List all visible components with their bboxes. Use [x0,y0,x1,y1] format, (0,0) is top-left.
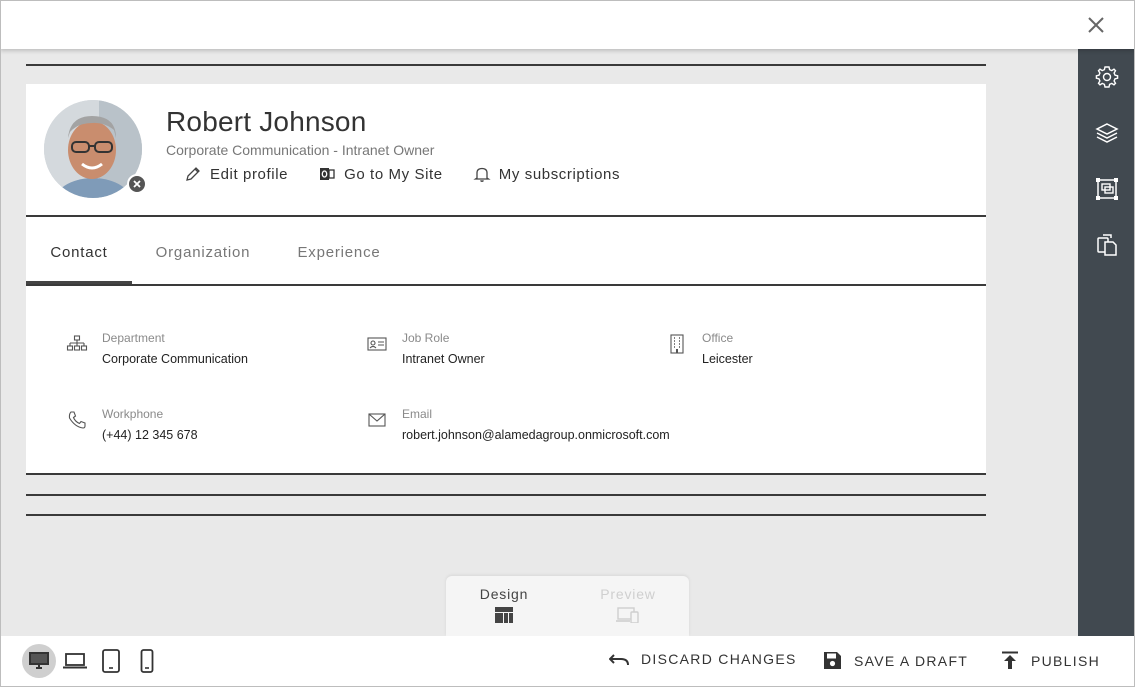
dashboard-icon [495,607,513,623]
copy-button[interactable] [1094,232,1120,258]
phone-view-button[interactable] [130,644,164,678]
go-to-my-site-button[interactable]: Go to My Site [318,165,443,183]
settings-button[interactable] [1094,64,1120,90]
department-value: Corporate Communication [102,352,248,366]
laptop-view-button[interactable] [58,644,92,678]
profile-subtitle: Corporate Communication - Intranet Owner [166,142,435,158]
desktop-view-button[interactable] [22,644,56,678]
card-bottom-divider [26,473,986,475]
close-icon [1088,17,1104,33]
department-label: Department [102,331,165,345]
field-job-role: Job Role Intranet Owner [366,331,485,366]
field-department: Department Corporate Communication [66,331,248,366]
design-label: Design [479,586,529,602]
field-office: Office Leicester [666,331,753,366]
layers-icon [1095,123,1119,143]
preview-label: Preview [600,586,656,602]
building-icon [670,334,684,354]
design-preview-toggle: Design Preview [446,576,689,636]
section-divider-2 [26,514,986,516]
profile-card: Robert Johnson Corporate Communication -… [26,84,986,475]
tab-contact[interactable]: Contact [26,244,132,285]
avatar-container [44,100,147,198]
profile-name: Robert Johnson [166,106,367,137]
close-icon [133,180,141,188]
my-subscriptions-label: My subscriptions [498,165,621,183]
remove-photo-button[interactable] [127,174,147,194]
office-value: Leicester [702,352,753,366]
job-role-label: Job Role [402,331,450,345]
publish-icon [1002,651,1018,669]
bottom-bar: DISCARD CHANGES SAVE A DRAFT PUBLISH [0,636,1135,687]
pencil-icon [186,167,200,181]
right-toolbar [1078,49,1135,636]
tab-experience[interactable]: Experience [284,244,394,285]
field-workphone: Workphone (+44) 12 345 678 [66,407,198,442]
save-icon [824,652,841,669]
publish-label: PUBLISH [1031,652,1101,669]
desktop-icon [29,652,49,669]
mail-icon [368,413,386,427]
email-label: Email [402,407,433,421]
edit-profile-label: Edit profile [210,165,289,183]
workphone-value: (+44) 12 345 678 [102,428,198,442]
section-divider-1 [26,494,986,496]
discard-changes-button[interactable]: DISCARD CHANGES [609,651,797,667]
publish-button[interactable]: PUBLISH [1001,651,1100,670]
tab-organization-label: Organization [155,244,251,261]
design-mode-button[interactable]: Design [446,586,562,623]
section-divider-top [26,64,986,66]
undo-icon [609,654,629,666]
tablet-icon [102,649,120,673]
go-to-my-site-label: Go to My Site [344,165,443,183]
my-subscriptions-button[interactable]: My subscriptions [473,165,620,183]
laptop-icon [63,653,87,669]
discard-changes-label: DISCARD CHANGES [641,651,797,667]
header-divider [26,215,986,217]
edit-profile-button[interactable]: Edit profile [184,165,288,183]
tab-contact-label: Contact [50,244,108,261]
devices-icon [616,607,639,623]
profile-actions: Edit profile Go to My Site My subscripti… [184,165,620,183]
profile-tabs: Contact Organization Experience [26,244,986,285]
copy-icon [1097,234,1117,256]
id-card-icon [367,337,387,351]
workphone-label: Workphone [102,407,164,421]
smartphone-icon [140,649,154,673]
save-draft-button[interactable]: SAVE A DRAFT [823,651,968,670]
tablet-view-button[interactable] [94,644,128,678]
close-button[interactable] [1085,14,1107,36]
outlook-icon [320,168,335,180]
select-frame-icon [1096,178,1118,200]
top-bar [0,0,1135,49]
field-email: Email robert.johnson@alamedagroup.onmicr… [366,407,670,442]
save-draft-label: SAVE A DRAFT [854,652,969,669]
job-role-value: Intranet Owner [402,352,485,366]
layers-button[interactable] [1094,120,1120,146]
tabs-divider [26,284,986,286]
select-frame-button[interactable] [1094,176,1120,202]
preview-mode-button[interactable]: Preview [570,586,686,623]
phone-icon [68,411,86,429]
settings-icon [1095,66,1119,88]
tab-experience-label: Experience [297,244,381,261]
bell-icon [473,167,491,182]
tab-organization[interactable]: Organization [144,244,262,285]
org-chart-icon [66,335,88,351]
email-value[interactable]: robert.johnson@alamedagroup.onmicrosoft.… [402,428,670,442]
office-label: Office [702,331,734,345]
